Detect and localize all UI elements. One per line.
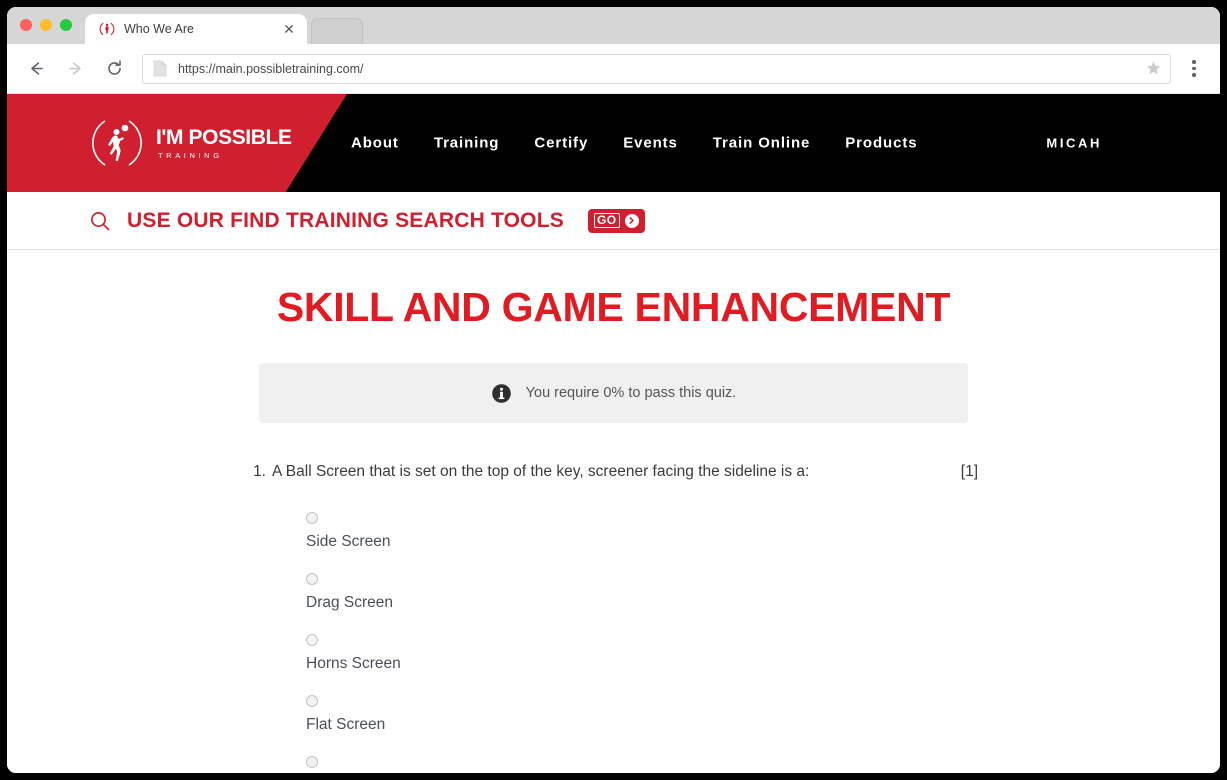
notice-text: You require 0% to pass this quiz. — [525, 385, 737, 402]
window-controls — [20, 7, 72, 44]
quiz-content: SKILL AND GAME ENHANCEMENT You require 0… — [7, 250, 1220, 773]
question-number: 1. — [253, 463, 266, 481]
impossible-logo-favicon-icon — [99, 21, 115, 37]
nav-item-training[interactable]: Training — [434, 135, 500, 152]
nav-item-train-online[interactable]: Train Online — [713, 135, 810, 152]
nav-item-about[interactable]: About — [351, 135, 399, 152]
page-document-icon — [153, 60, 167, 77]
radio-button[interactable] — [306, 756, 318, 769]
question-header: 1. A Ball Screen that is set on the top … — [249, 463, 978, 481]
nav-item-certify[interactable]: Certify — [534, 135, 588, 152]
nav-item-products[interactable]: Products — [845, 135, 917, 152]
option-label[interactable]: Horns Screen — [306, 655, 978, 673]
url-text: https://main.possibletraining.com/ — [178, 61, 364, 76]
answer-option[interactable]: Side Screen — [306, 512, 978, 551]
option-label[interactable]: Drag Screen — [306, 594, 978, 612]
close-window-button[interactable] — [20, 18, 32, 31]
go-button-label: GO — [593, 213, 620, 228]
three-dot-menu-icon[interactable] — [1180, 54, 1208, 84]
logo-name: I'M POSSIBLE — [156, 125, 292, 149]
question-text: A Ball Screen that is set on the top of … — [272, 463, 810, 481]
maximize-window-button[interactable] — [60, 18, 72, 31]
info-circle-icon — [491, 383, 512, 404]
reload-icon[interactable] — [99, 54, 129, 84]
nav-item-events[interactable]: Events — [623, 135, 678, 152]
back-arrow-icon[interactable] — [21, 54, 51, 84]
tab-strip: Who We Are ✕ — [7, 7, 1220, 44]
pass-requirement-notice: You require 0% to pass this quiz. — [259, 363, 968, 424]
go-button[interactable]: GO — [587, 208, 645, 233]
browser-toolbar: https://main.possibletraining.com/ — [7, 44, 1220, 94]
search-magnifier-icon[interactable] — [89, 210, 111, 232]
logo-subtitle: TRAINING — [158, 150, 223, 160]
answer-option[interactable]: Flat Screen — [306, 695, 978, 734]
answer-option[interactable]: Drag Screen — [306, 573, 978, 612]
option-label[interactable]: Flat Screen — [306, 716, 978, 734]
question-points: [1] — [960, 463, 978, 481]
chevron-right-icon — [624, 213, 639, 228]
address-bar[interactable]: https://main.possibletraining.com/ — [142, 53, 1171, 84]
browser-window: Who We Are ✕ https://main.possibletraini… — [7, 7, 1220, 773]
new-tab-ghost-icon[interactable] — [311, 18, 363, 44]
basketball-player-logo-icon — [89, 117, 145, 169]
search-tools-label[interactable]: USE OUR FIND TRAINING SEARCH TOOLS — [127, 209, 564, 233]
star-bookmark-icon[interactable] — [1140, 56, 1166, 82]
site-logo[interactable]: I'M POSSIBLE TRAINING — [89, 117, 292, 169]
answer-option[interactable]: High Screen — [306, 756, 978, 773]
logo-wordmark: I'M POSSIBLE TRAINING — [156, 127, 292, 160]
site-header: I'M POSSIBLE TRAINING About Training Cer… — [7, 94, 1220, 192]
answer-option[interactable]: Horns Screen — [306, 634, 978, 673]
user-account-name[interactable]: MICAH — [1046, 136, 1102, 151]
option-label[interactable]: Side Screen — [306, 533, 978, 551]
radio-button[interactable] — [306, 695, 318, 708]
radio-button[interactable] — [306, 512, 318, 525]
question-block: 1. A Ball Screen that is set on the top … — [249, 463, 978, 773]
close-icon[interactable]: ✕ — [281, 21, 297, 37]
page-viewport: I'M POSSIBLE TRAINING About Training Cer… — [7, 94, 1220, 773]
answer-options: Side Screen Drag Screen Horns Screen Fla… — [249, 512, 978, 773]
minimize-window-button[interactable] — [40, 18, 52, 31]
search-strip: USE OUR FIND TRAINING SEARCH TOOLS GO — [7, 192, 1220, 250]
radio-button[interactable] — [306, 573, 318, 586]
radio-button[interactable] — [306, 634, 318, 647]
main-navigation: About Training Certify Events Train Onli… — [351, 135, 917, 152]
tab-title: Who We Are — [124, 22, 194, 36]
browser-tab-active[interactable]: Who We Are ✕ — [85, 14, 307, 44]
page-title: SKILL AND GAME ENHANCEMENT — [276, 284, 951, 330]
forward-arrow-icon[interactable] — [60, 54, 90, 84]
